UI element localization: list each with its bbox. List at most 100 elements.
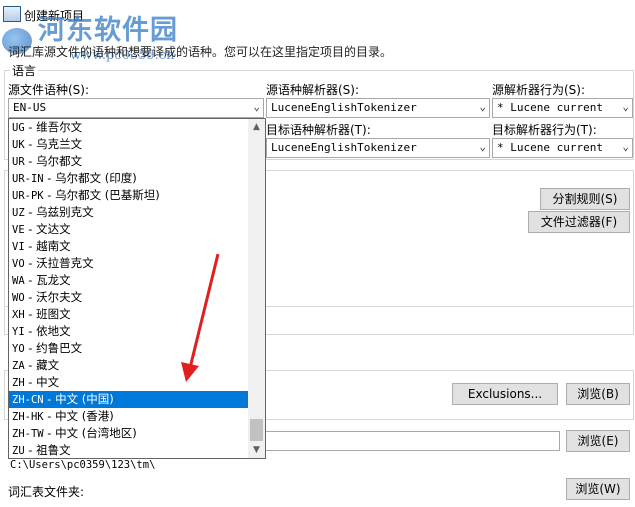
- source-behavior-combo[interactable]: * Lucene current ⌄: [492, 98, 633, 118]
- dropdown-item-name: 祖鲁文: [36, 443, 71, 457]
- dropdown-item-separator: -: [24, 137, 37, 151]
- dropdown-item-separator: -: [24, 375, 37, 389]
- dropdown-item-code: UR-PK: [12, 190, 44, 202]
- target-behavior-value: * Lucene current: [497, 141, 603, 154]
- browse-button-e[interactable]: 浏览(E): [566, 430, 630, 452]
- tm-dir-path: C:\Users\pc0359\123\tm\: [10, 459, 156, 471]
- source-tokenizer-combo[interactable]: LuceneEnglishTokenizer ⌄: [266, 98, 490, 118]
- dropdown-item[interactable]: ZU - 祖鲁文: [9, 442, 249, 459]
- segmentation-rules-button[interactable]: 分割规则(S): [540, 188, 630, 210]
- dropdown-item[interactable]: UR-IN - 乌尔都文 (印度): [9, 170, 249, 187]
- dropdown-item-separator: -: [43, 392, 56, 406]
- dropdown-item-name: 乌尔都文 (印度): [55, 171, 137, 185]
- dropdown-item-code: YI: [12, 326, 25, 338]
- dropdown-item-name: 藏文: [36, 358, 60, 372]
- dropdown-item-name: 沃拉普克文: [36, 256, 94, 270]
- browse-button-b[interactable]: 浏览(B): [566, 383, 630, 405]
- dropdown-item-code: ZH: [12, 377, 25, 389]
- glossary-dir-label: 词汇表文件夹:: [8, 485, 85, 499]
- dropdown-item-code: WO: [12, 292, 25, 304]
- scrollbar-thumb[interactable]: [250, 419, 263, 441]
- dropdown-item-code: VI: [12, 241, 25, 253]
- dropdown-item[interactable]: ZH-HK - 中文 (香港): [9, 408, 249, 425]
- dropdown-item[interactable]: ZH-CN - 中文 (中国): [9, 391, 249, 408]
- dropdown-item-code: WA: [12, 275, 25, 287]
- dropdown-item-separator: -: [24, 256, 37, 270]
- dropdown-item-separator: -: [24, 205, 37, 219]
- dropdown-item-separator: -: [24, 273, 37, 287]
- dropdown-item-separator: -: [43, 171, 56, 185]
- exclusions-button[interactable]: Exclusions...: [452, 383, 558, 405]
- dropdown-item-separator: -: [43, 188, 56, 202]
- dropdown-item-separator: -: [24, 443, 37, 457]
- dropdown-item-separator: -: [24, 290, 37, 304]
- dropdown-item-code: VE: [12, 224, 25, 236]
- file-filters-button[interactable]: 文件过滤器(F): [528, 211, 630, 233]
- scroll-up-icon[interactable]: ▲: [248, 119, 265, 135]
- scroll-down-icon[interactable]: ▼: [248, 442, 265, 458]
- dropdown-item[interactable]: UZ - 乌兹别克文: [9, 204, 249, 221]
- dropdown-item-separator: -: [24, 222, 37, 236]
- dropdown-item-separator: -: [24, 307, 37, 321]
- dropdown-item-name: 沃尔夫文: [36, 290, 83, 304]
- dropdown-item-name: 乌尔都文 (巴基斯坦): [55, 188, 160, 202]
- dropdown-item-separator: -: [24, 120, 37, 134]
- dropdown-item-name: 中文 (香港): [55, 409, 114, 423]
- dropdown-item[interactable]: ZH-TW - 中文 (台湾地区): [9, 425, 249, 442]
- dropdown-item-name: 文达文: [36, 222, 71, 236]
- dropdown-item-code: ZU: [12, 445, 25, 457]
- target-behavior-combo[interactable]: * Lucene current ⌄: [492, 138, 633, 158]
- dropdown-item-separator: -: [24, 154, 37, 168]
- dropdown-item-name: 约鲁巴文: [36, 341, 83, 355]
- dropdown-item-code: UK: [12, 139, 25, 151]
- dropdown-item-name: 中文 (台湾地区): [55, 426, 137, 440]
- dropdown-item-name: 乌兹别克文: [36, 205, 94, 219]
- dropdown-item[interactable]: VE - 文达文: [9, 221, 249, 238]
- dropdown-item-code: VO: [12, 258, 25, 270]
- chevron-down-icon: ⌄: [253, 100, 260, 113]
- watermark-text: 河东软件园: [38, 15, 178, 46]
- dropdown-item[interactable]: UR - 乌尔都文: [9, 153, 249, 170]
- dropdown-item-separator: -: [24, 341, 37, 355]
- description-text: 词汇库源文件的语种和想要译成的语种。您可以在这里指定项目的目录。: [8, 45, 393, 59]
- dropdown-item-code: XH: [12, 309, 25, 321]
- dropdown-item-separator: -: [43, 409, 56, 423]
- language-group-label: 语言: [10, 62, 39, 79]
- dropdown-item-code: UR-IN: [12, 173, 44, 185]
- source-lang-label: 源文件语种(S):: [8, 83, 90, 97]
- dropdown-item[interactable]: UG - 维吾尔文: [9, 119, 249, 136]
- dropdown-item[interactable]: UK - 乌克兰文: [9, 136, 249, 153]
- dropdown-item-name: 班图文: [36, 307, 71, 321]
- source-tokenizer-value: LuceneEnglishTokenizer: [271, 101, 417, 114]
- app-icon: [3, 6, 21, 22]
- target-tokenizer-combo[interactable]: LuceneEnglishTokenizer ⌄: [266, 138, 490, 158]
- dropdown-item-name: 越南文: [36, 239, 71, 253]
- dropdown-item-name: 维吾尔文: [36, 120, 83, 134]
- dropdown-item-code: ZH-TW: [12, 428, 44, 440]
- dropdown-item-name: 中文: [36, 375, 60, 389]
- dropdown-item-separator: -: [24, 358, 37, 372]
- dropdown-item-separator: -: [24, 239, 37, 253]
- chevron-down-icon: ⌄: [622, 140, 629, 153]
- dropdown-item-separator: -: [43, 426, 56, 440]
- dropdown-item-name: 乌尔都文: [36, 154, 83, 168]
- source-lang-combo[interactable]: EN-US ⌄: [8, 98, 264, 118]
- annotation-arrow-icon: [181, 253, 220, 382]
- source-behavior-value: * Lucene current: [497, 101, 603, 114]
- dropdown-item-code: UZ: [12, 207, 25, 219]
- dropdown-item-name: 中文 (中国): [55, 392, 114, 406]
- dropdown-item-code: ZH-HK: [12, 411, 44, 423]
- dropdown-item-name: 乌克兰文: [36, 137, 83, 151]
- dropdown-item-code: YO: [12, 343, 25, 355]
- chevron-down-icon: ⌄: [479, 140, 486, 153]
- chevron-down-icon: ⌄: [479, 100, 486, 113]
- target-tokenizer-value: LuceneEnglishTokenizer: [271, 141, 417, 154]
- dropdown-item-code: ZA: [12, 360, 25, 372]
- dropdown-scrollbar[interactable]: ▲ ▼: [248, 119, 265, 458]
- dropdown-item[interactable]: UR-PK - 乌尔都文 (巴基斯坦): [9, 187, 249, 204]
- dropdown-item-name: 依地文: [36, 324, 71, 338]
- target-tokenizer-label: 目标语种解析器(T):: [266, 123, 371, 137]
- source-lang-value: EN-US: [13, 101, 47, 114]
- browse-button-w[interactable]: 浏览(W): [566, 478, 630, 500]
- dropdown-item-code: UR: [12, 156, 25, 168]
